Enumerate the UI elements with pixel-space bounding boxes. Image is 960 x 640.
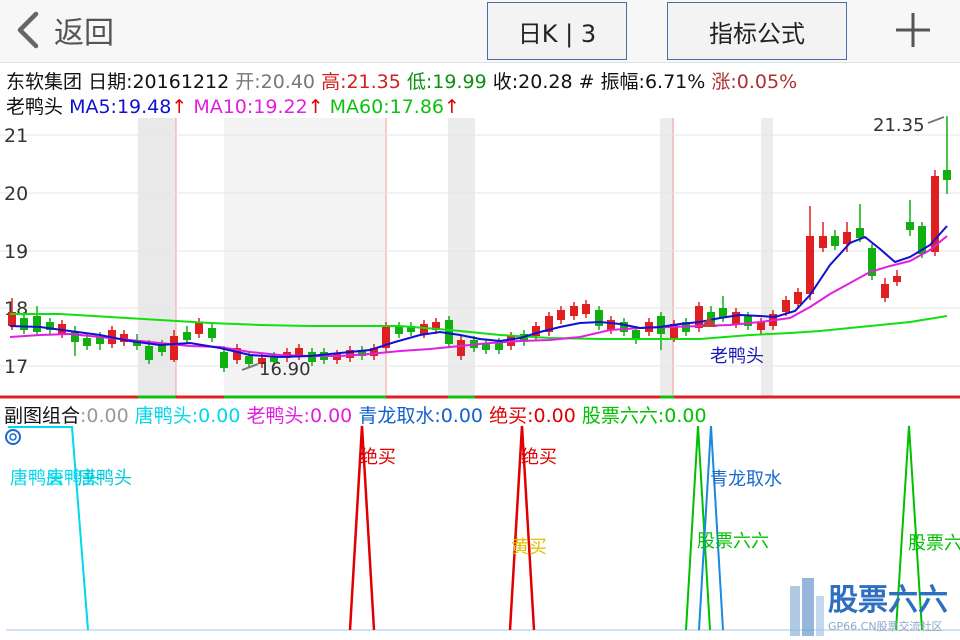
signal-label-gupiao: 股票六六 <box>697 531 769 552</box>
candle-body <box>831 236 839 246</box>
candle-body <box>195 322 203 334</box>
candle-body <box>744 316 752 326</box>
candle-body <box>245 356 253 364</box>
watermark-brand: 股票六六 <box>828 583 948 618</box>
signal-label-gupiao: 股票六 <box>908 533 960 554</box>
signal-label-juemai: 绝买 <box>521 447 557 468</box>
candle-body <box>482 344 490 350</box>
candle-body <box>595 310 603 326</box>
candle-body <box>794 292 802 304</box>
high-marker-line <box>927 116 945 124</box>
candle-body <box>183 332 191 340</box>
sub-chart-title: 副图组合 <box>4 405 81 427</box>
candle-body <box>582 304 590 314</box>
signal-label-tang-overlap: 唐鸭头 <box>78 468 132 489</box>
signal-label-huangmai: 黄买 <box>511 537 547 558</box>
sub-chart-legend: 副图组合:0.00 唐鸭头:0.00 老鸭头:0.00 青龙取水:0.00 绝买… <box>4 401 707 428</box>
candle-body <box>33 316 41 332</box>
signal-label-juemai: 绝买 <box>360 447 396 468</box>
candle-body <box>170 336 178 360</box>
pattern-label: 老鸭头 <box>710 346 764 367</box>
candle-body <box>570 306 578 316</box>
candle-body <box>457 340 465 356</box>
target-icon-inner <box>9 433 17 441</box>
price-axis-label: 20 <box>4 183 28 205</box>
price-axis-label: 19 <box>4 241 28 263</box>
candle-body <box>856 228 864 238</box>
signal-label-qinglong: 青龙取水 <box>710 469 782 490</box>
candle-body <box>906 222 914 230</box>
sub-item-blank: :0.00 <box>80 405 129 427</box>
price-axis-label: 21 <box>4 125 28 147</box>
candle-body <box>819 236 827 248</box>
target-icon[interactable] <box>5 429 21 445</box>
sub-item-qinglong: 青龙取水:0.00 <box>358 405 484 427</box>
candle-body <box>607 320 615 330</box>
candle-body <box>145 346 153 360</box>
candle-body <box>881 284 889 298</box>
sub-item-tang: 唐鸭头:0.00 <box>134 405 241 427</box>
candle-body <box>220 352 228 368</box>
candle-body <box>395 326 403 334</box>
price-axis-label: 17 <box>4 356 28 378</box>
candle-body <box>20 318 28 330</box>
candle-body <box>806 236 814 294</box>
candle-body <box>83 338 91 346</box>
kline-chart[interactable]: 21 20 19 18 17 21.35 16.90 老鸭头 唐鸭头 唐鸭头 唐… <box>0 0 960 640</box>
tang-signal-line <box>8 426 89 631</box>
candle-body <box>782 300 790 312</box>
candle-body <box>695 306 703 328</box>
sub-item-gupiao: 股票六六:0.00 <box>581 405 707 427</box>
candle-body <box>893 276 901 282</box>
watermark-logo: 股票六六 GP66.CN股票交流社区 <box>790 578 948 636</box>
qinglong-signal <box>698 425 724 631</box>
candle-body <box>208 328 216 338</box>
candle-body <box>757 322 765 330</box>
candle-body <box>557 310 565 320</box>
gupiao-signal-1 <box>685 425 711 631</box>
candle-body <box>943 170 951 180</box>
candle-body <box>657 316 665 334</box>
watermark-url: GP66.CN股票交流社区 <box>828 619 943 633</box>
candle-body <box>732 312 740 324</box>
sub-item-juemai: 绝买:0.00 <box>489 405 576 427</box>
high-price-label: 21.35 <box>873 115 925 136</box>
low-price-label: 16.90 <box>259 359 311 380</box>
sub-item-laoyatou: 老鸭头:0.00 <box>246 405 353 427</box>
